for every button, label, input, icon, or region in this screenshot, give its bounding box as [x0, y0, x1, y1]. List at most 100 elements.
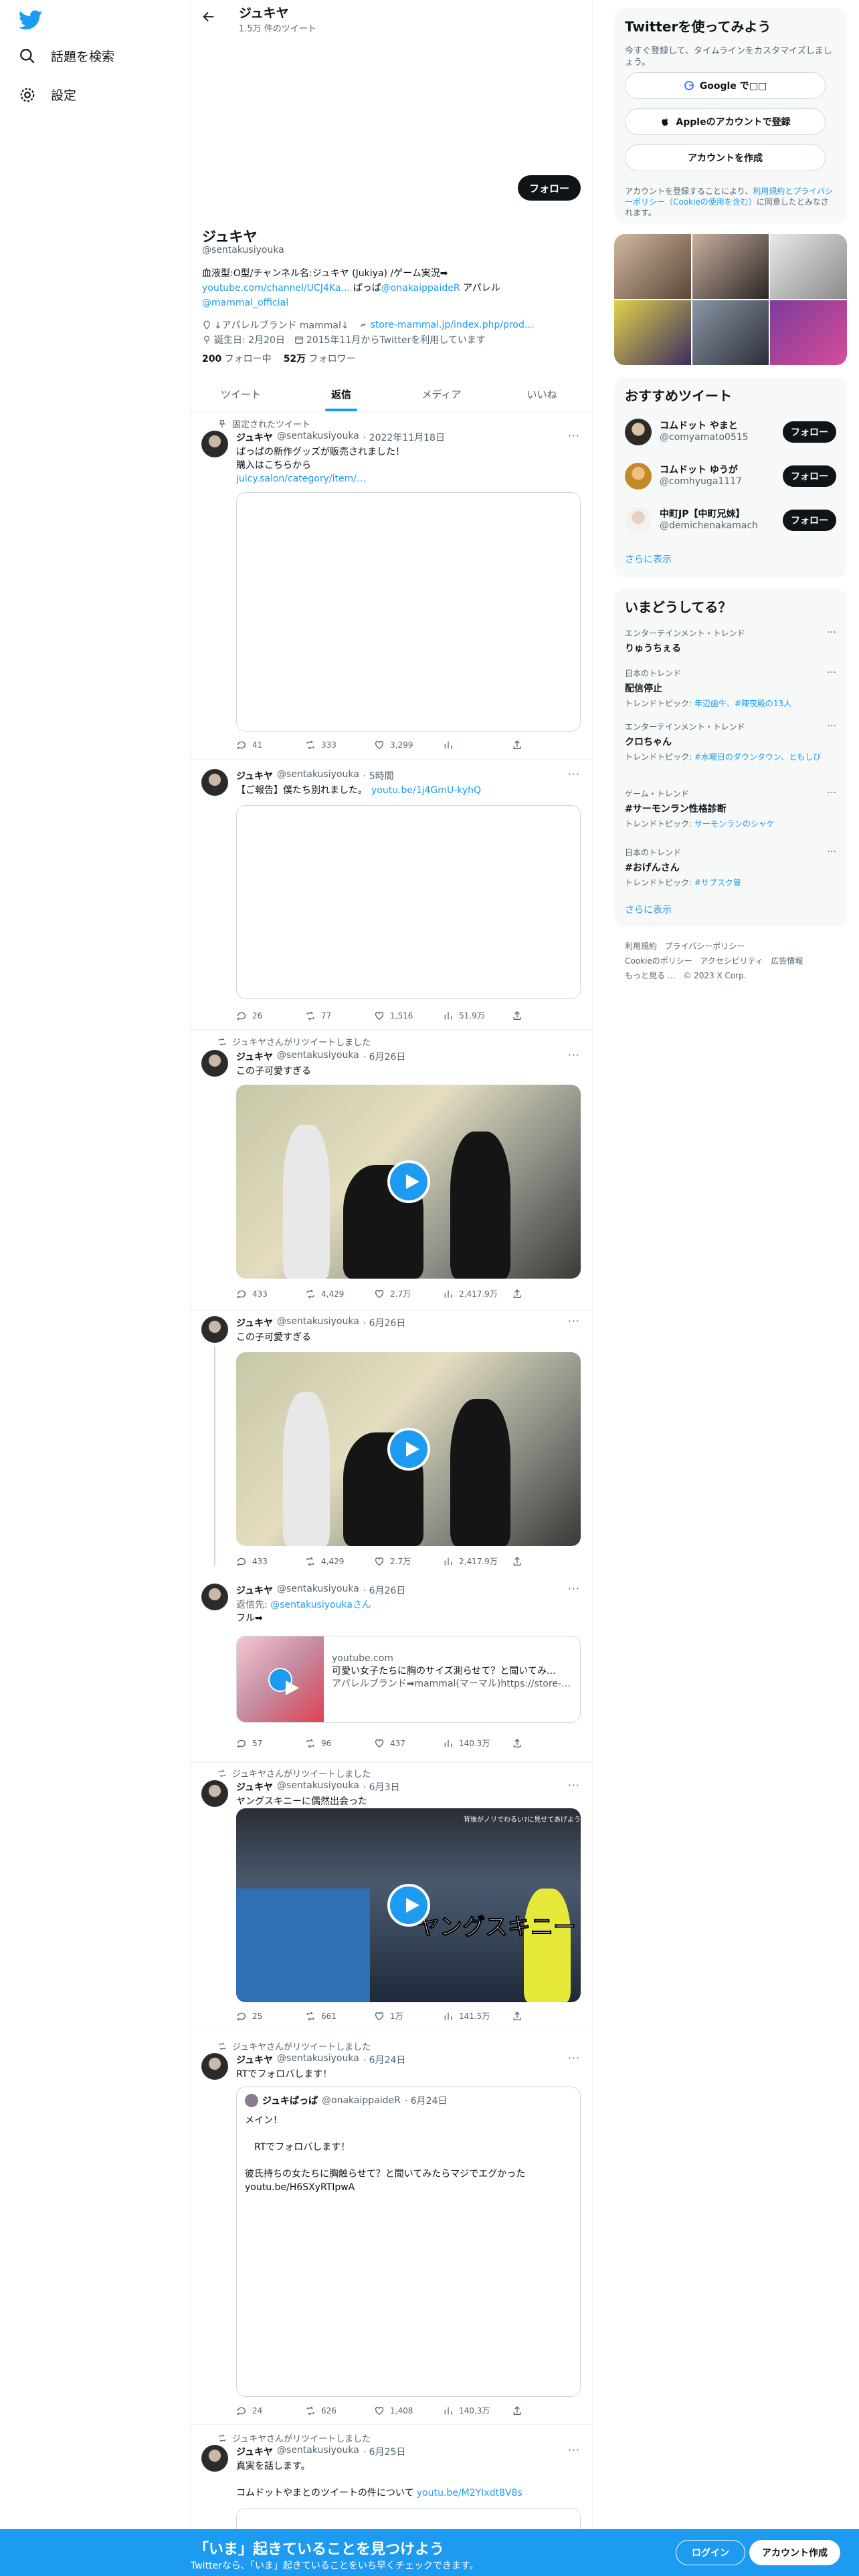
avatar[interactable] — [201, 2053, 228, 2080]
tweet-time[interactable]: · 6月26日 — [363, 1316, 406, 1329]
tweet-link[interactable]: youtu.be/M2YIxdt8V8s — [417, 2488, 522, 2498]
tweet-video[interactable] — [236, 1352, 581, 1546]
footer-cookies[interactable]: Cookieのポリシー — [625, 956, 692, 966]
trend-item[interactable]: エンターテインメント・トレンド りゅうちぇる ··· — [625, 627, 836, 655]
more-icon[interactable]: ··· — [568, 1315, 580, 1327]
like-button[interactable]: 437 — [374, 1737, 443, 1749]
tweet-author[interactable]: ジュキヤ — [236, 1780, 273, 1794]
more-icon[interactable]: ··· — [568, 2444, 580, 2456]
tweet-pinned[interactable]: 固定されたツイート ジュキヤ @sentakusiyouka · 2022年11月1… — [191, 412, 592, 760]
trend-topic-link[interactable]: #サブスク曽 — [694, 878, 741, 887]
play-icon[interactable] — [387, 1428, 430, 1471]
like-button[interactable]: 1万 — [374, 2010, 443, 2022]
trend-topic-link[interactable]: #水曜日のダウンタウン、ともしび — [694, 752, 821, 762]
tweet-time[interactable]: · 6月26日 — [363, 1584, 406, 1597]
views-button[interactable]: 140.3万 — [443, 2405, 512, 2416]
tweet-retweet[interactable]: ジュキヤさんがリツイートしました ジュキヤ @sentakusiyouka · 6月… — [191, 1763, 592, 2030]
tweet-time[interactable]: · 5時間 — [363, 769, 394, 782]
footer-privacy[interactable]: プライバシーポリシー — [664, 942, 745, 951]
views-button[interactable]: 51.9万 — [443, 1010, 512, 1021]
tweet-time[interactable]: · 6月24日 — [363, 2053, 406, 2066]
more-icon[interactable]: ··· — [828, 847, 836, 857]
tweet-retweet[interactable]: ジュキヤさんがリツイートしました ジュキヤ @sentakusiyouka · 6月… — [191, 1030, 592, 1311]
footer-accessibility[interactable]: アクセシビリティ — [700, 956, 763, 966]
media-thumbnail[interactable] — [614, 234, 691, 299]
nav-settings[interactable]: 設定 — [19, 86, 76, 104]
avatar[interactable] — [201, 431, 228, 457]
tweet-time[interactable]: · 2022年11月18日 — [363, 431, 445, 444]
share-button[interactable] — [512, 1288, 581, 1299]
wtf-follow-button[interactable]: フォロー — [783, 465, 836, 487]
bio-youtube-link[interactable]: youtube.com/channel/UCJ4Ka… — [202, 283, 350, 294]
footer-ads[interactable]: 広告情報 — [771, 956, 803, 966]
tweet-video[interactable] — [236, 1085, 581, 1279]
like-button[interactable]: 2.7万 — [374, 1288, 443, 1299]
tweet-thread-parent[interactable]: ジュキヤ @sentakusiyouka · 6月26日 ··· この子可愛すぎる … — [191, 1311, 592, 1578]
media-thumbnail[interactable] — [692, 300, 769, 365]
following-stat[interactable]: 200 フォロー中 — [202, 352, 272, 365]
views-button[interactable]: 2,417.9万 — [443, 1555, 512, 1567]
trend-item[interactable]: 日本のトレンド 配信停止 トレンドトピック: 年辺歯牛、#陳夜殿の13人 ··· — [625, 667, 836, 709]
share-button[interactable] — [512, 2405, 581, 2416]
more-icon[interactable]: ··· — [828, 667, 836, 678]
reply-button[interactable]: 57 — [236, 1737, 305, 1749]
follow-button[interactable]: フォロー — [518, 175, 581, 201]
tweet-author[interactable]: ジュキヤ — [236, 431, 273, 444]
retweet-button[interactable]: 4,429 — [305, 1288, 374, 1299]
google-signup-button[interactable]: Google で□□ — [625, 72, 826, 99]
who-to-follow-item[interactable]: コムドット ゆうが @comhyuga1117 フォロー — [625, 460, 836, 492]
wtf-follow-button[interactable]: フォロー — [783, 510, 836, 531]
tweet-link[interactable]: youtu.be/1j4GmU-kyhQ — [371, 785, 481, 796]
tweet-time[interactable]: · 6月25日 — [363, 2445, 406, 2458]
quoted-tweet[interactable]: ジュキぱっぱ @onakaippaideR · 6月24日 メイン！ RTでフォロバ… — [236, 2086, 581, 2397]
tweet-author[interactable]: ジュキヤ — [236, 1050, 273, 1063]
tweet-author[interactable]: ジュキヤ — [236, 1316, 273, 1329]
views-button[interactable]: 140.3万 — [443, 1737, 512, 1749]
media-preview-grid[interactable] — [614, 234, 847, 365]
more-icon[interactable]: ··· — [568, 429, 580, 442]
tweet-thread-reply[interactable]: ジュキヤ @sentakusiyouka · 6月26日 ··· 返信先: @sen… — [191, 1578, 592, 1763]
avatar[interactable] — [201, 2445, 228, 2472]
reply-to-handle[interactable]: @sentakusiyoukaさん — [270, 1600, 371, 1610]
like-button[interactable]: 2.7万 — [374, 1555, 443, 1567]
reply-button[interactable]: 25 — [236, 2010, 305, 2022]
play-icon[interactable] — [387, 1884, 430, 1927]
tweet-retweet-quote[interactable]: ジュキヤさんがリツイートしました ジュキヤ @sentakusiyouka · 6月… — [191, 2030, 592, 2425]
who-to-follow-item[interactable]: 中町JP【中町兄妹】 @demichenakamach フォロー — [625, 504, 836, 536]
trend-item[interactable]: ゲーム・トレンド #サーモンラン性格診断 トレンドトピック: サーモンランのシャ… — [625, 788, 836, 829]
profile-website-link[interactable]: store-mammal.jp/index.php/prod… — [371, 320, 534, 330]
avatar[interactable] — [201, 1584, 228, 1610]
like-button[interactable]: 3,299 — [374, 740, 443, 750]
reply-button[interactable]: 433 — [236, 1288, 305, 1299]
trends-show-more[interactable]: さらに表示 — [625, 903, 672, 916]
more-icon[interactable]: ··· — [568, 1582, 580, 1595]
retweet-button[interactable]: 4,429 — [305, 1555, 374, 1567]
views-button[interactable] — [443, 740, 512, 750]
wtf-follow-button[interactable]: フォロー — [783, 421, 836, 443]
media-thumbnail[interactable] — [770, 300, 847, 365]
tweet-author[interactable]: ジュキヤ — [236, 2445, 273, 2458]
tab-media[interactable]: メディア — [391, 377, 492, 411]
reply-button[interactable]: 433 — [236, 1555, 305, 1567]
tweet-media[interactable] — [236, 805, 581, 999]
tweet-media[interactable] — [236, 492, 581, 732]
more-icon[interactable]: ··· — [828, 788, 836, 798]
like-button[interactable]: 1,408 — [374, 2405, 443, 2416]
share-button[interactable] — [512, 1737, 581, 1749]
apple-signup-button[interactable]: Appleのアカウントで登録 — [625, 108, 826, 135]
trend-topic-link[interactable]: サーモンランのシャケ — [694, 819, 775, 829]
retweet-button[interactable]: 661 — [305, 2010, 374, 2022]
reply-button[interactable]: 41 — [236, 740, 305, 750]
media-thumbnail[interactable] — [770, 234, 847, 299]
share-button[interactable] — [512, 1555, 581, 1567]
views-button[interactable]: 141.5万 — [443, 2010, 512, 2022]
retweet-button[interactable]: 77 — [305, 1010, 374, 1021]
tab-likes[interactable]: いいね — [492, 377, 592, 411]
footer-terms[interactable]: 利用規約 — [625, 942, 657, 951]
bio-mention-link[interactable]: @onakaippaideR — [381, 283, 460, 294]
tweet-author[interactable]: ジュキヤ — [236, 769, 273, 782]
tweet-video[interactable]: 背後がノリでわるい?に見せてあげよう ヤングスキニー — [236, 1808, 581, 2002]
tweet-author[interactable]: ジュキヤ — [236, 1584, 273, 1597]
share-button[interactable] — [512, 740, 581, 750]
media-thumbnail[interactable] — [614, 300, 691, 365]
